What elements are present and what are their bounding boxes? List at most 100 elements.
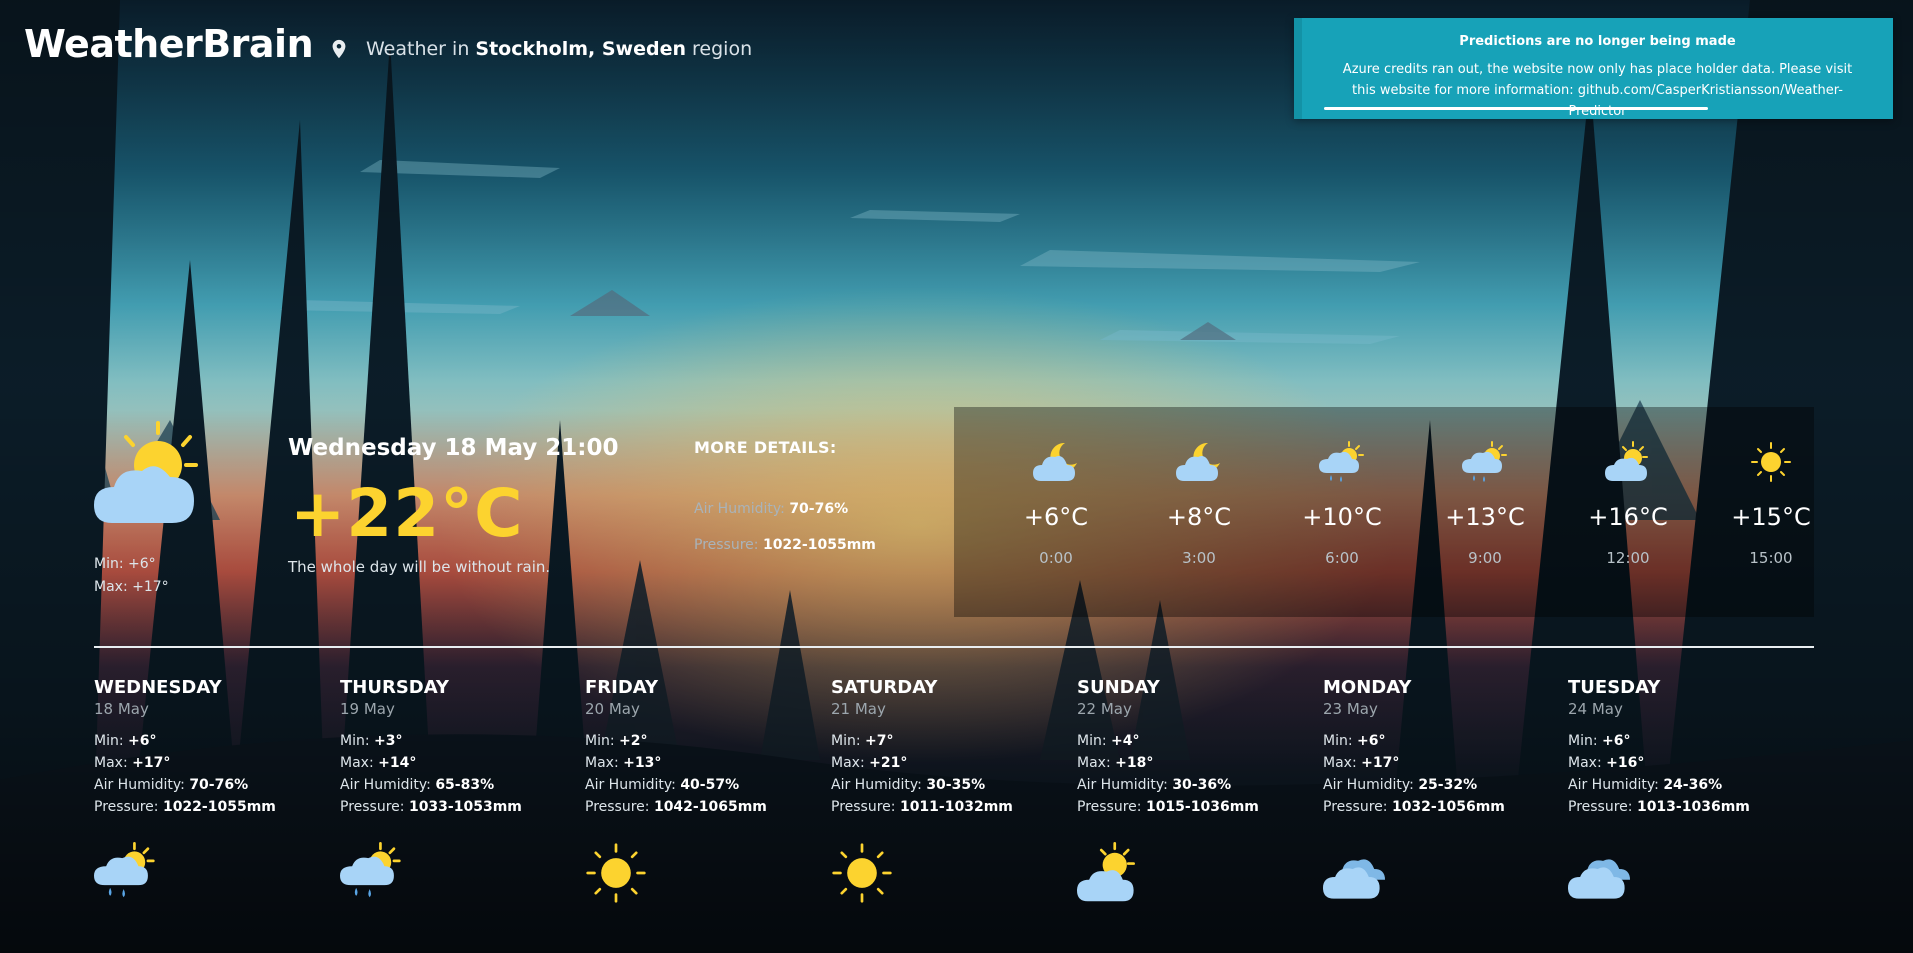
min-label: Min: [1568,733,1598,749]
min-label: Min: [94,733,124,749]
day-max: +13° [623,755,662,771]
max-label: Max: [94,579,128,595]
max-label: Max: [585,755,619,771]
min-label: Min: [94,556,124,572]
sun-rain-cloud-icon [1319,441,1364,482]
hourly-temp: +6°C [1023,503,1089,531]
pressure-label: Pressure: [831,799,896,815]
hourly-temp: +13°C [1445,503,1525,531]
details-pressure: Pressure: 1022-1055mm [694,537,876,553]
pressure-label: Pressure: [585,799,650,815]
day-humidity: 40-57% [680,777,740,793]
min-label: Min: [585,733,615,749]
day-max: +17° [1361,755,1400,771]
day-card-sunday[interactable]: Sunday 22 May Min: +4° Max: +18° Air Hum… [1077,677,1317,908]
day-humidity: 30-35% [926,777,986,793]
notification-toast[interactable]: Predictions are no longer being made Azu… [1294,18,1893,119]
day-pressure: 1032-1056mm [1391,799,1505,815]
day-card-thursday[interactable]: Thursday 19 May Min: +3° Max: +14° Air H… [340,677,580,908]
sun-icon [832,843,892,903]
hourly-time: 15:00 [1749,549,1793,567]
day-name: Saturday [831,677,938,698]
min-label: Min: [1077,733,1107,749]
hourly-temp: +16°C [1588,503,1668,531]
hourly-item: +15°C 15:00 [1711,437,1831,567]
day-name: Wednesday [94,677,222,698]
day-name: Friday [585,677,659,698]
current-description: The whole day will be without rain. [288,558,551,576]
location-city: Stockholm, Sweden [475,38,686,60]
max-label: Max: [1323,755,1357,771]
day-date: 22 May [1077,700,1132,718]
section-divider [94,646,1814,648]
hourly-temp: +8°C [1166,503,1232,531]
day-pressure: 1033-1053mm [408,799,522,815]
hourly-item: +16°C 12:00 [1568,437,1688,567]
humidity-label: Air Humidity: [1323,777,1414,793]
min-value: +6° [128,556,156,572]
map-pin-icon [332,39,346,59]
day-min: +6° [128,733,157,749]
sun-rain-cloud-icon [1462,441,1507,482]
day-card-wednesday[interactable]: Wednesday 18 May Min: +6° Max: +17° Air … [94,677,334,908]
max-label: Max: [1077,755,1111,771]
location-label: Weather in Stockholm, Sweden region [328,38,752,60]
sun-icon [586,843,646,903]
day-card-friday[interactable]: Friday 20 May Min: +2° Max: +13° Air Hum… [585,677,825,908]
toast-progress-bar [1324,107,1709,110]
day-card-tuesday[interactable]: Tuesday 24 May Min: +6° Max: +16° Air Hu… [1568,677,1808,908]
day-humidity: 30-36% [1172,777,1232,793]
min-label: Min: [340,733,370,749]
day-humidity: 24-36% [1663,777,1723,793]
humidity-label: Air Humidity: [94,777,185,793]
max-label: Max: [340,755,374,771]
day-humidity: 70-76% [189,777,249,793]
day-date: 24 May [1568,700,1623,718]
pressure-label: Pressure: [1077,799,1142,815]
current-weather-icon [92,419,202,533]
sun-cloud-icon [1605,441,1648,481]
sun-cloud-icon [1077,842,1135,902]
day-min: +2° [619,733,648,749]
humidity-value: 70-76% [789,501,849,517]
day-humidity: 65-83% [435,777,495,793]
day-min: +7° [865,733,894,749]
day-card-monday[interactable]: Monday 23 May Min: +6° Max: +17° Air Hum… [1323,677,1563,908]
hourly-temp: +10°C [1302,503,1382,531]
day-humidity: 25-32% [1418,777,1478,793]
current-temperature: +22°C [290,475,524,552]
pressure-label: Pressure: [1568,799,1633,815]
current-min-max: Min: +6° Max: +17° [94,553,169,599]
current-datetime: Wednesday 18 May 21:00 [288,435,619,461]
pressure-label: Pressure: [694,537,759,553]
day-stats: Min: +7° Max: +21° Air Humidity: 30-35% … [831,730,1071,818]
details-humidity: Air Humidity: 70-76% [694,501,876,517]
hourly-item: +13°C 9:00 [1425,437,1545,567]
day-min: +4° [1111,733,1140,749]
brand-logo[interactable]: WeatherBrain [24,22,314,66]
max-value: +17° [132,579,169,595]
day-date: 23 May [1323,700,1378,718]
day-max: +16° [1606,755,1645,771]
cloud-icon [1568,859,1630,899]
location-prefix: Weather in [366,38,470,60]
more-details: MORE DETAILS: Air Humidity: 70-76% Press… [694,438,876,553]
hourly-item: +10°C 6:00 [1282,437,1402,567]
day-name: Thursday [340,677,449,698]
hourly-time: 9:00 [1468,549,1502,567]
hourly-forecast-panel: +6°C 0:00 +8°C 3:00 +10°C 6:00 +13°C 9:0… [954,407,1814,617]
humidity-label: Air Humidity: [340,777,431,793]
hourly-time: 12:00 [1606,549,1650,567]
day-max: +14° [378,755,417,771]
max-label: Max: [831,755,865,771]
day-card-saturday[interactable]: Saturday 21 May Min: +7° Max: +21° Air H… [831,677,1071,908]
day-stats: Min: +6° Max: +17° Air Humidity: 25-32% … [1323,730,1563,818]
hourly-time: 0:00 [1039,549,1073,567]
day-date: 19 May [340,700,395,718]
day-stats: Min: +6° Max: +17° Air Humidity: 70-76% … [94,730,334,818]
humidity-label: Air Humidity: [1077,777,1168,793]
day-date: 21 May [831,700,886,718]
humidity-label: Air Humidity: [694,501,785,517]
day-name: Tuesday [1568,677,1661,698]
day-date: 20 May [585,700,640,718]
